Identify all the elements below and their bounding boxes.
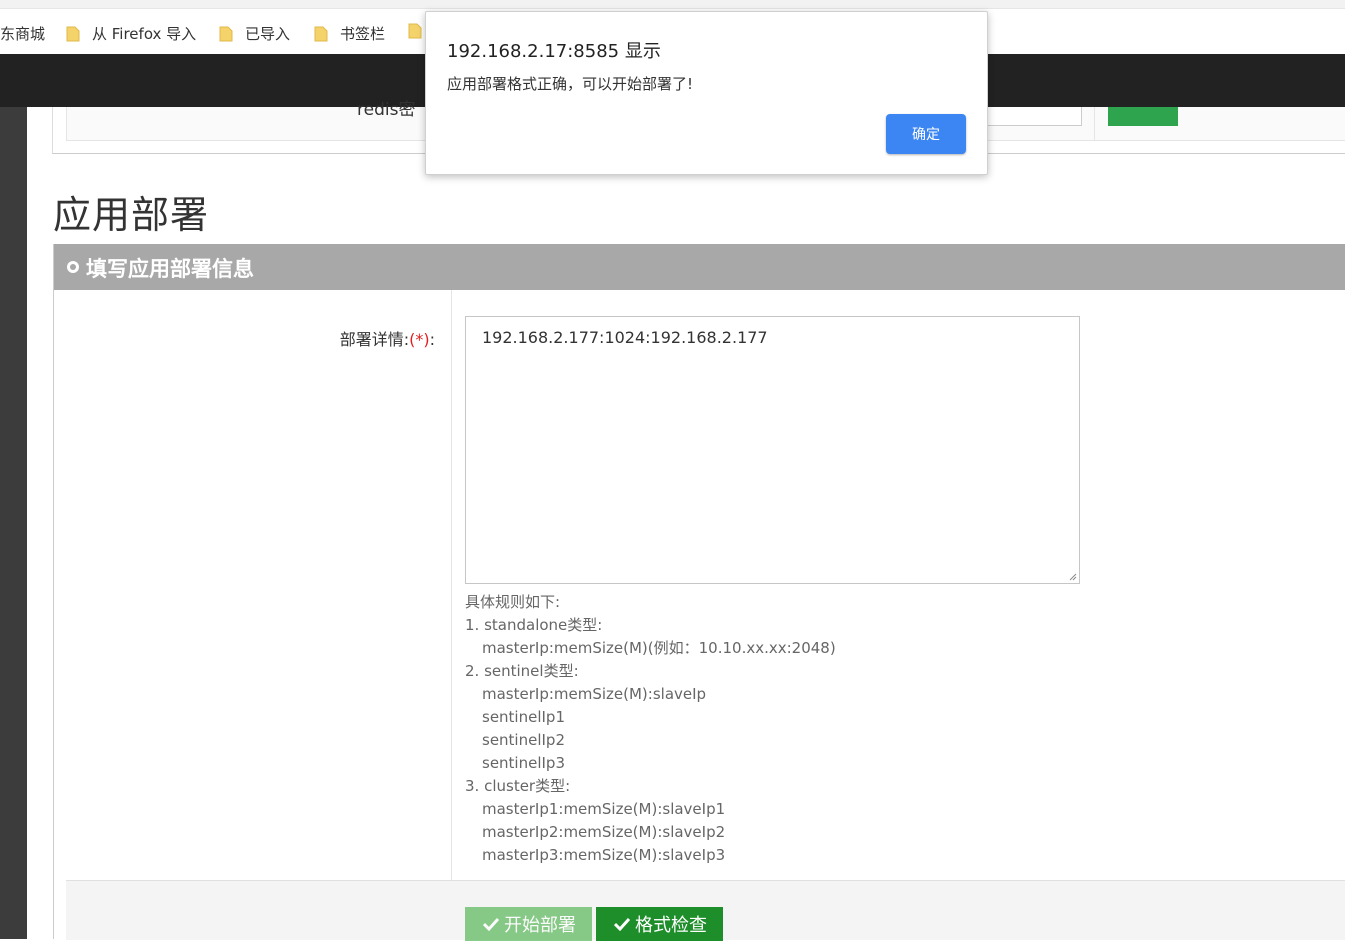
update-button[interactable] xyxy=(1108,107,1178,126)
bookmark-label: 从 Firefox 导入 xyxy=(92,25,197,43)
folder-icon xyxy=(66,26,80,42)
form-actions: 开始部署 格式检查 xyxy=(66,880,1345,941)
bookmark-label: 东商城 xyxy=(0,25,46,43)
rule-line: 2. sentinel类型: xyxy=(465,662,579,680)
rules-header: 具体规则如下: xyxy=(465,593,561,611)
rule-line: masterIp3:memSize(M):slaveIp3 xyxy=(482,846,726,864)
bookmark-label: 书签栏 xyxy=(340,25,386,43)
deploy-detail-label: 部署详情:(*): xyxy=(340,326,435,350)
rule-line: 3. cluster类型: xyxy=(465,777,571,795)
divider xyxy=(1094,107,1095,140)
rules-help-text: 具体规则如下: 1. standalone类型: masterIp:memSiz… xyxy=(465,591,836,867)
panel-title: 填写应用部署信息 xyxy=(86,257,254,281)
page-title: 应用部署 xyxy=(53,193,210,237)
check-icon xyxy=(483,917,499,931)
label-colon: : xyxy=(429,330,435,349)
rule-line: sentinelIp1 xyxy=(482,708,565,726)
bookmark-folder-bookmarks-bar[interactable]: 书签栏 xyxy=(314,23,385,44)
rule-line: masterIp:memSize(M)(例如：10.10.xx.xx:2048) xyxy=(482,639,836,657)
rule-line: masterIp2:memSize(M):slaveIp2 xyxy=(482,823,726,841)
resize-handle-icon[interactable] xyxy=(1069,573,1077,581)
deploy-detail-textarea[interactable]: 192.168.2.177:1024:192.168.2.177 xyxy=(465,316,1080,584)
start-deploy-button[interactable]: 开始部署 xyxy=(465,907,592,941)
previous-field-input[interactable] xyxy=(987,107,1082,126)
format-check-button[interactable]: 格式检查 xyxy=(596,907,723,941)
bookmark-folder-imported[interactable]: 已导入 xyxy=(219,23,290,44)
panel-header: 填写应用部署信息 xyxy=(54,244,1345,290)
previous-field-label: redis密 xyxy=(357,100,416,120)
alert-dialog: 192.168.2.17:8585 显示 应用部署格式正确，可以开始部署了! 确… xyxy=(425,11,988,175)
folder-icon xyxy=(408,23,422,39)
dialog-ok-button[interactable]: 确定 xyxy=(886,114,966,154)
label-text: 部署详情: xyxy=(339,330,410,349)
left-sidebar xyxy=(0,107,27,939)
format-check-label: 格式检查 xyxy=(635,915,707,936)
dialog-title: 192.168.2.17:8585 显示 xyxy=(447,41,661,62)
check-icon xyxy=(614,917,630,931)
address-bar-edge xyxy=(0,0,1345,9)
label-column: 部署详情:(*): xyxy=(54,290,452,880)
dialog-message: 应用部署格式正确，可以开始部署了! xyxy=(447,75,694,93)
rule-line: sentinelIp2 xyxy=(482,731,565,749)
circle-icon xyxy=(67,261,79,273)
folder-icon xyxy=(219,26,233,42)
rule-line: 1. standalone类型: xyxy=(465,616,603,634)
rule-line: masterIp:memSize(M):slaveIp xyxy=(482,685,707,703)
deploy-panel: 填写应用部署信息 部署详情:(*): 192.168.2.177:1024:19… xyxy=(53,244,1345,941)
textarea-value: 192.168.2.177:1024:192.168.2.177 xyxy=(482,328,768,347)
start-deploy-label: 开始部署 xyxy=(504,915,576,936)
folder-icon xyxy=(314,26,328,42)
bookmark-label: 已导入 xyxy=(245,25,291,43)
required-mark: (*) xyxy=(409,330,430,349)
bookmark-folder-firefox[interactable]: 从 Firefox 导入 xyxy=(66,23,196,44)
rule-line: masterIp1:memSize(M):slaveIp1 xyxy=(482,800,726,818)
rule-line: sentinelIp3 xyxy=(482,754,565,772)
bookmark-item[interactable]: 东商城 xyxy=(0,23,45,44)
